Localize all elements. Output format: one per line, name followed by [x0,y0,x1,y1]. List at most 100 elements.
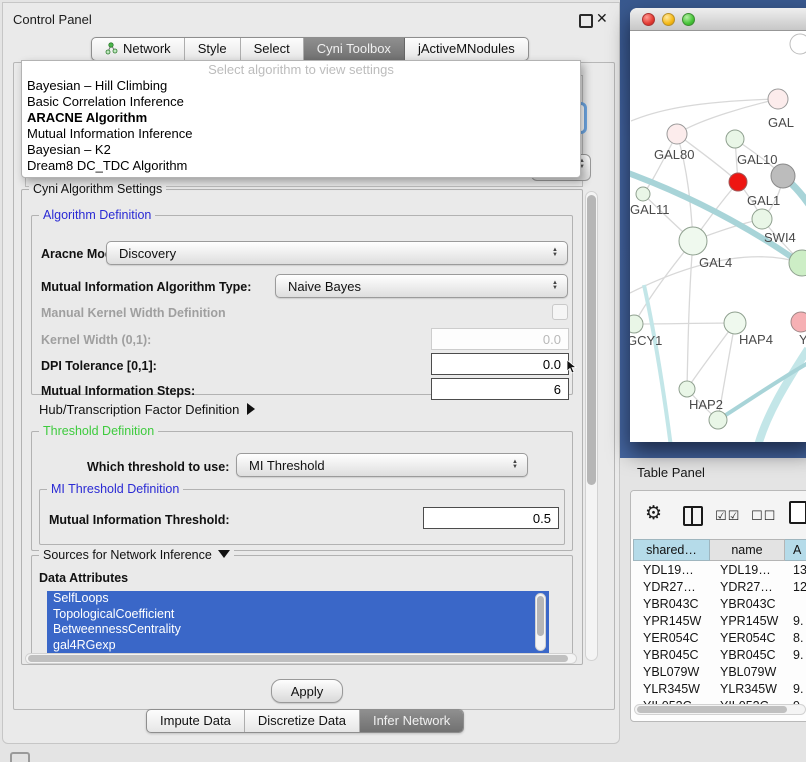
settings-horizontal-scrollbar[interactable] [25,653,577,664]
table-cell[interactable] [785,663,806,680]
attribute-item-selected[interactable]: TopologicalCoefficient [47,607,549,623]
tab-network[interactable]: Network [92,38,185,60]
mi-steps-field[interactable]: 6 [431,378,569,400]
table-cell[interactable] [785,595,806,612]
algorithm-option[interactable]: Dream8 DC_TDC Algorithm [22,158,580,174]
settings-vertical-scrollbar[interactable] [585,191,598,661]
which-threshold-select[interactable]: MI Threshold ▲▼ [236,453,528,477]
split-columns-icon[interactable] [683,506,703,526]
close-icon[interactable]: ✕ [596,10,608,27]
table-row[interactable]: YBR043CYBR043C [633,595,806,612]
network-canvas[interactable]: GALGAL80GAL10GAL11GAL1SWI4GAL4GCY1HAP4YH… [630,31,806,442]
kernel-width-field[interactable]: 0.0 [431,328,569,350]
table-cell[interactable]: YBR045C [710,646,785,663]
network-node[interactable] [630,315,643,333]
scrollbar-thumb[interactable] [28,655,568,662]
hub-definition-toggle[interactable]: Hub/Transcription Factor Definition [39,402,255,417]
table-row[interactable]: YDL19…YDL19…13 [633,561,806,578]
tab-discretize-data[interactable]: Discretize Data [245,710,360,732]
algorithm-option[interactable]: Bayesian – Hill Climbing [22,78,580,94]
tab-impute-data[interactable]: Impute Data [147,710,245,732]
table-cell[interactable]: YLR345W [633,680,710,697]
tab-select[interactable]: Select [241,38,304,60]
table-cell[interactable]: YDL19… [633,561,710,578]
table-row[interactable]: YPR145WYPR145W9. [633,612,806,629]
table-cell[interactable]: YER054C [633,629,710,646]
scrollbar-thumb[interactable] [637,706,787,713]
table-cell[interactable]: 8. [785,629,806,646]
zoom-traffic-light[interactable] [682,13,695,26]
algorithm-option[interactable]: Bayesian – K2 [22,142,580,158]
network-edge[interactable] [687,323,735,389]
table-cell[interactable]: 9. [785,612,806,629]
network-node[interactable] [679,381,695,397]
table-cell[interactable]: YDR27… [633,578,710,595]
network-node[interactable] [667,124,687,144]
deselect-all-icon[interactable]: ☐☐ [751,508,776,524]
table-cell[interactable]: YBR045C [633,646,710,663]
network-node[interactable] [791,312,806,332]
network-node[interactable] [709,411,727,429]
column-header-shared-name[interactable]: shared… [633,539,710,561]
table-row[interactable]: YBR045CYBR045C9. [633,646,806,663]
column-header-name[interactable]: name [710,539,785,561]
scrollbar-thumb[interactable] [537,596,544,636]
table-row[interactable]: YER054CYER054C8. [633,629,806,646]
table-cell[interactable]: YBL079W [710,663,785,680]
mi-threshold-field[interactable]: 0.5 [423,507,559,529]
algorithm-option[interactable]: ARACNE Algorithm [22,110,580,126]
table-cell[interactable]: YDR27… [710,578,785,595]
attribute-item-selected[interactable]: SelfLoops [47,591,549,607]
network-node[interactable] [771,164,795,188]
table-cell[interactable]: YBR043C [710,595,785,612]
table-cell[interactable]: YPR145W [710,612,785,629]
table-cell[interactable]: 12 [785,578,806,595]
settings-gear-icon[interactable]: ⚙ [645,502,662,525]
algorithm-option[interactable]: Mutual Information Inference [22,126,580,142]
column-header-third[interactable]: A [785,539,806,561]
network-edge[interactable] [634,323,735,324]
attribute-item-selected[interactable]: BetweennessCentrality [47,622,549,638]
network-node[interactable] [724,312,746,334]
table-cell[interactable]: YLR345W [710,680,785,697]
network-edge[interactable] [757,349,806,442]
network-node[interactable] [636,187,650,201]
table-cell[interactable]: YER054C [710,629,785,646]
network-edge[interactable] [631,99,778,121]
data-attributes-list[interactable]: SelfLoopsTopologicalCoefficientBetweenne… [47,591,549,653]
network-node[interactable] [726,130,744,148]
network-edge[interactable] [634,241,693,324]
table-horizontal-scrollbar[interactable] [634,704,806,715]
manual-kernel-checkbox[interactable] [552,304,568,320]
tab-cyni-toolbox[interactable]: Cyni Toolbox [304,38,405,60]
table-row[interactable]: YLR345WYLR345W9. [633,680,806,697]
network-node[interactable] [768,89,788,109]
attributes-scrollbar[interactable] [535,593,546,651]
network-node[interactable] [790,34,806,54]
document-icon[interactable] [789,501,806,524]
dpi-tolerance-field[interactable]: 0.0 [431,353,569,375]
network-edge[interactable] [644,285,671,442]
table-cell[interactable]: 13 [785,561,806,578]
table-row[interactable]: YDR27…YDR27…12 [633,578,806,595]
table-cell[interactable]: YBR043C [633,595,710,612]
table-cell[interactable]: 9. [785,646,806,663]
table-cell[interactable]: YPR145W [633,612,710,629]
table-row[interactable]: YBL079WYBL079W [633,663,806,680]
algorithm-option[interactable]: Basic Correlation Inference [22,94,580,110]
scrollbar-thumb[interactable] [587,195,596,485]
network-node[interactable] [729,173,747,191]
minimize-traffic-light[interactable] [662,13,675,26]
network-edge[interactable] [677,99,778,134]
attribute-item-selected[interactable]: gal4RGexp [47,638,549,654]
table-cell[interactable]: YDL19… [710,561,785,578]
tab-jactivemnodules[interactable]: jActiveMNodules [405,38,528,60]
tab-infer-network[interactable]: Infer Network [360,710,463,732]
sources-legend[interactable]: Sources for Network Inference [39,548,234,562]
close-traffic-light[interactable] [642,13,655,26]
table-cell[interactable]: YBL079W [633,663,710,680]
float-window-icon[interactable] [579,14,593,28]
tab-style[interactable]: Style [185,38,241,60]
mi-type-select[interactable]: Naive Bayes ▲▼ [275,274,568,298]
table-cell[interactable]: 9. [785,680,806,697]
